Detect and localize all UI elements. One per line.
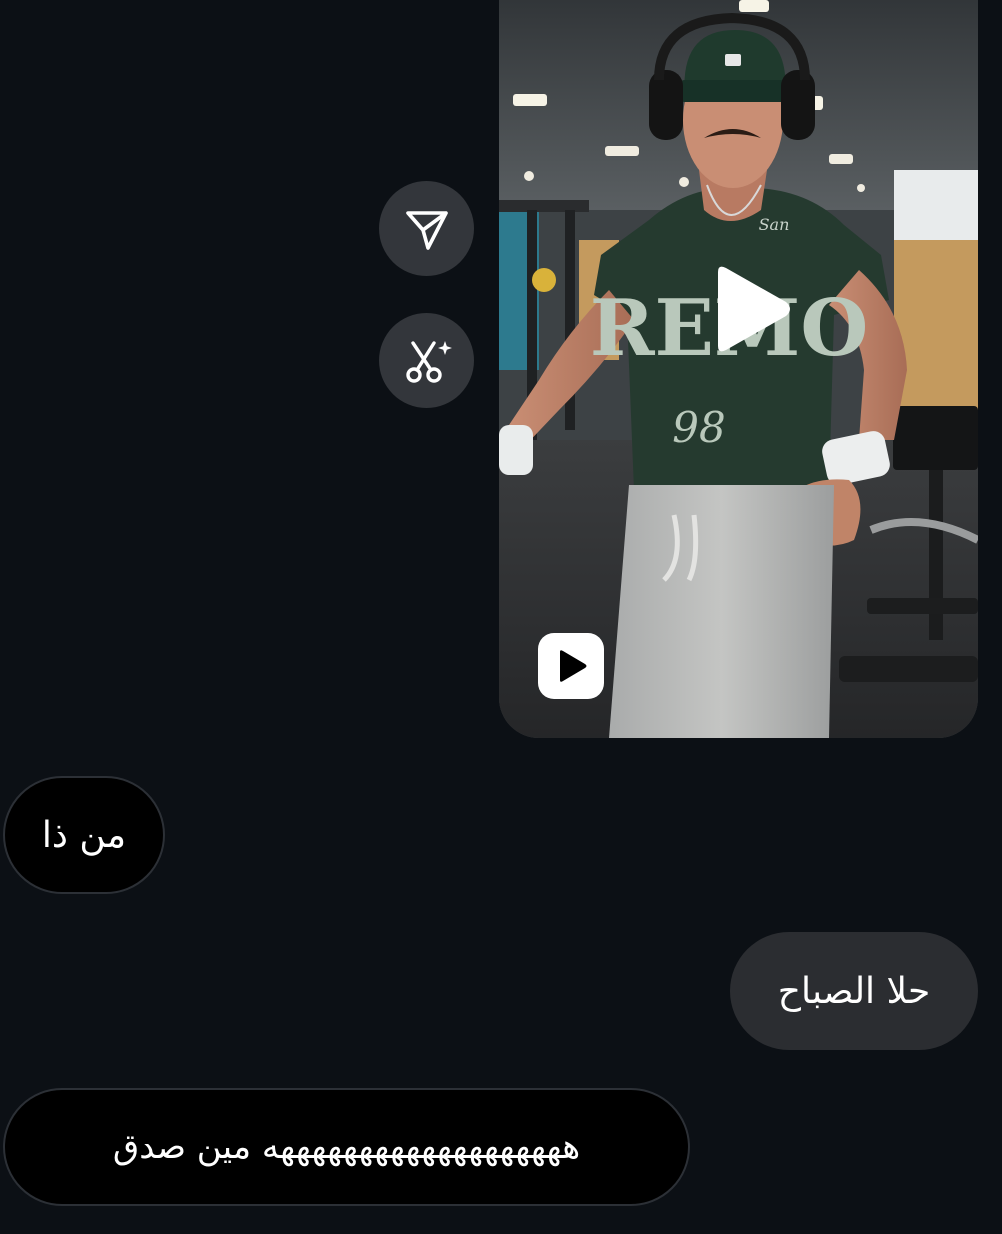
chat-screen: REMO 98 San (0, 0, 1002, 1234)
message-text: حلا الصباح (777, 970, 931, 1012)
play-icon[interactable] (704, 264, 794, 354)
share-button[interactable] (379, 181, 474, 276)
scissors-sparkle-icon (405, 340, 452, 383)
message-bubble-outgoing[interactable]: حلا الصباح (730, 932, 978, 1050)
shared-video-message[interactable]: REMO 98 San (499, 0, 978, 738)
message-bubble-incoming[interactable]: هههههههههههههههههههه مين صدق (3, 1088, 690, 1206)
remix-button[interactable] (379, 313, 474, 408)
shirt-script-right: San (759, 215, 790, 234)
reel-play-icon[interactable] (538, 633, 604, 699)
message-text: هههههههههههههههههههه مين صدق (112, 1127, 581, 1167)
shirt-number: 98 (672, 403, 725, 452)
message-bubble-incoming[interactable]: من ذا (3, 776, 165, 894)
reel-triangle-icon (560, 650, 587, 682)
message-text: من ذا (41, 814, 127, 856)
video-thumbnail: REMO 98 San (499, 0, 978, 738)
send-icon (405, 210, 448, 250)
